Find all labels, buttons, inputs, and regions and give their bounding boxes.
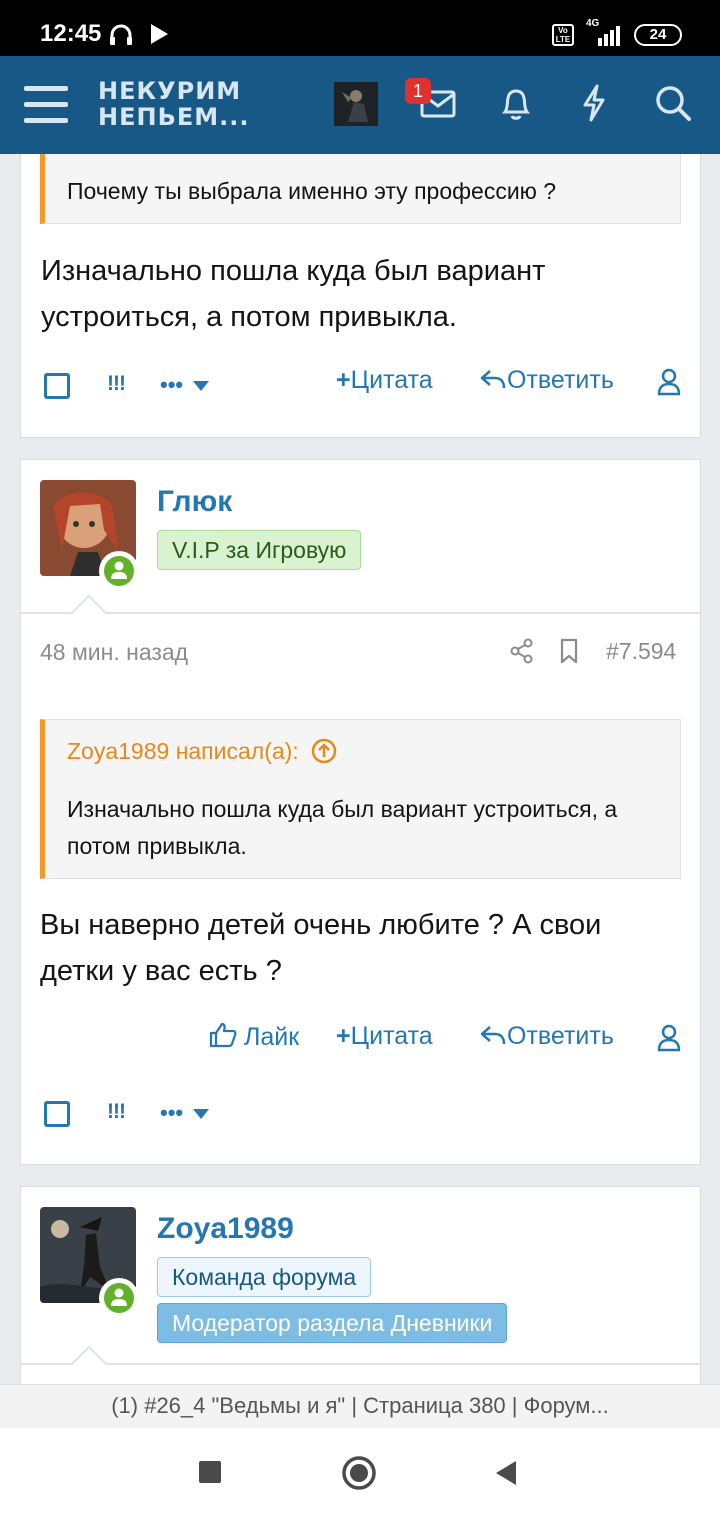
quote-button[interactable]: +Цитата: [336, 1022, 433, 1051]
headphones-icon: [110, 24, 132, 45]
volte-icon: Vo LTE: [552, 24, 574, 46]
post-number[interactable]: #7.594: [606, 638, 676, 665]
reply-icon: [480, 1026, 506, 1045]
quote-button[interactable]: +Цитата: [336, 366, 433, 395]
post-body: Вы наверно детей очень любите ? А свои д…: [40, 909, 602, 987]
system-nav-bar: [0, 1428, 720, 1520]
staff-badge: Команда форума: [157, 1257, 372, 1297]
reply-button[interactable]: Ответить: [479, 366, 614, 395]
divider-notch: [70, 594, 108, 632]
quote-text: Почему ты выбрала именно эту профессию ?: [67, 178, 557, 204]
thumbs-up-icon: [209, 1022, 237, 1048]
select-checkbox[interactable]: [44, 1101, 70, 1127]
quote-text: Изначально пошла куда был вариант устрои…: [67, 796, 618, 859]
user-icon[interactable]: [656, 1024, 682, 1052]
username[interactable]: Глюк: [157, 485, 232, 519]
quote-block: Zoya1989 написал(а): Изначально пошла ку…: [40, 719, 681, 879]
status-bar: 12:45 Vo LTE 4G 24: [0, 0, 720, 58]
bookmark-icon[interactable]: [559, 638, 579, 664]
more-button[interactable]: •••: [160, 1100, 210, 1126]
menu-icon[interactable]: [24, 86, 68, 124]
divider: [21, 1363, 702, 1365]
user-icon: [111, 1288, 127, 1306]
notification-badge: 1: [405, 78, 431, 104]
post-card: Глюк V.I.P за Игровую 48 мин. назад #7.5…: [20, 459, 702, 1165]
divider-notch: [70, 1345, 108, 1383]
plus-icon: +: [336, 1022, 351, 1050]
quote-block: Почему ты выбрала именно эту профессию ?: [40, 154, 681, 224]
status-time: 12:45: [40, 20, 102, 47]
user-title-badge: V.I.P за Игровую: [157, 530, 362, 570]
chevron-down-icon: [193, 381, 210, 392]
share-icon[interactable]: [510, 638, 534, 664]
post-body: Изначально пошла куда был вариант устрои…: [41, 255, 546, 333]
user-icon: [111, 561, 127, 579]
recents-icon[interactable]: [199, 1461, 221, 1483]
back-icon[interactable]: [494, 1459, 518, 1487]
divider: [21, 612, 702, 614]
site-header: НЕКУРИМ НЕПЬЕМ... 1: [0, 56, 720, 154]
select-checkbox[interactable]: [44, 373, 70, 399]
browser-title-bar[interactable]: (1) #26_4 "Ведьмы и я" | Страница 380 | …: [0, 1384, 720, 1428]
site-logo[interactable]: НЕКУРИМ НЕПЬЕМ...: [98, 78, 250, 130]
search-icon[interactable]: [654, 84, 692, 122]
arrow-up-circle-icon: [311, 738, 337, 764]
report-button[interactable]: !!!: [107, 1100, 126, 1124]
user-avatar[interactable]: [334, 82, 378, 126]
user-icon[interactable]: [656, 368, 682, 396]
post-card: Zoya1989 Команда форума Модератор раздел…: [20, 1186, 702, 1386]
post-card: Почему ты выбрала именно эту профессию ?…: [20, 154, 701, 438]
username[interactable]: Zoya1989: [157, 1212, 294, 1246]
reply-button[interactable]: Ответить: [479, 1022, 614, 1051]
more-button[interactable]: •••: [160, 372, 210, 398]
home-icon[interactable]: [341, 1455, 377, 1491]
quote-author[interactable]: Zoya1989 написал(а):: [67, 738, 337, 765]
signal-icon: [598, 26, 620, 46]
like-button[interactable]: Лайк: [209, 1022, 299, 1052]
reply-icon: [480, 370, 506, 389]
battery-icon: 24: [634, 24, 682, 46]
report-button[interactable]: !!!: [107, 372, 126, 396]
play-icon: [151, 24, 168, 44]
plus-icon: +: [336, 366, 351, 394]
post-time[interactable]: 48 мин. назад: [40, 639, 188, 666]
moderator-badge: Модератор раздела Дневники: [157, 1303, 508, 1343]
chevron-down-icon: [193, 1109, 210, 1120]
lightning-icon[interactable]: [580, 84, 608, 122]
bell-icon[interactable]: [500, 86, 532, 122]
